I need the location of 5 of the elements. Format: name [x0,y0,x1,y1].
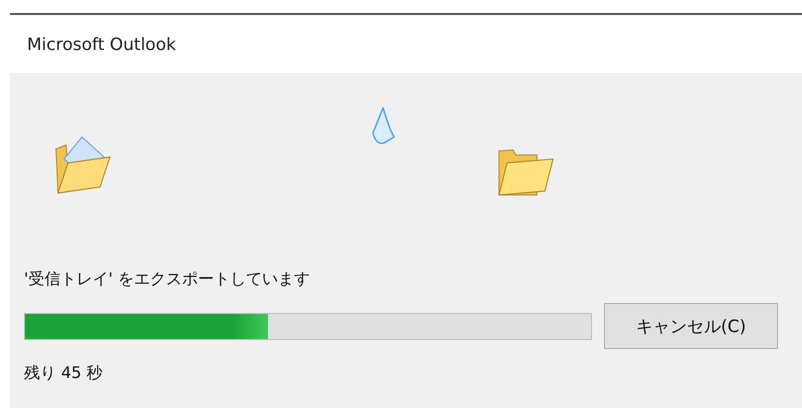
time-remaining: 残り 45 秒 [24,363,104,384]
cancel-button[interactable]: キャンセル(C) [604,303,778,349]
window-title: Microsoft Outlook [26,34,177,57]
folder-icon [497,147,555,197]
status-message: '受信トレイ' をエクスポートしています [24,269,311,290]
